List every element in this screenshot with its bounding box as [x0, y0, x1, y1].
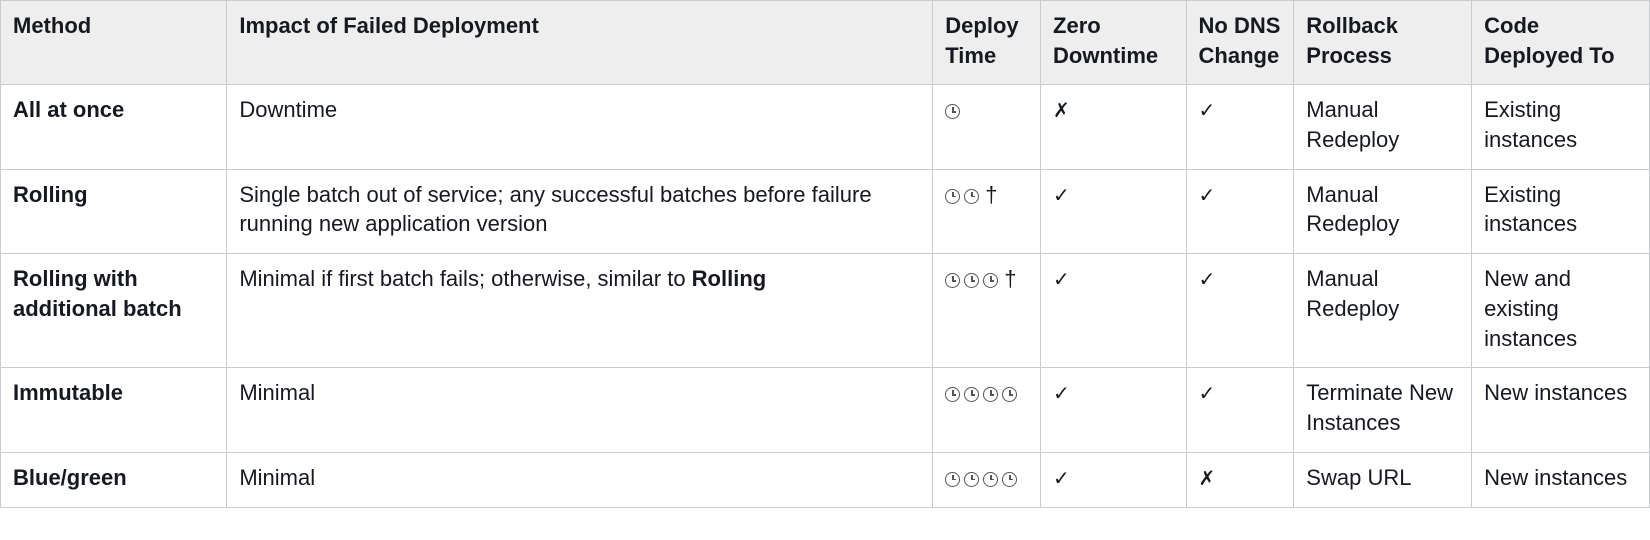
cell-no-dns-change: ✓	[1186, 254, 1294, 368]
impact-text: Minimal	[239, 380, 315, 405]
cell-no-dns-change: ✗	[1186, 452, 1294, 507]
header-rollback: Rollback Process	[1294, 1, 1472, 85]
clock-icon	[983, 472, 998, 487]
table-header: Method Impact of Failed Deployment Deplo…	[1, 1, 1650, 85]
clock-icon	[945, 104, 960, 119]
dagger-icon: †	[985, 182, 997, 207]
clock-icon	[945, 189, 960, 204]
cell-rollback: Terminate New Instances	[1294, 368, 1472, 452]
clock-icon	[983, 387, 998, 402]
check-icon: ✓	[1053, 267, 1070, 294]
cell-code-deployed: New instances	[1472, 452, 1650, 507]
table-row: Rolling with additional batch Minimal if …	[1, 254, 1650, 368]
cell-rollback: Manual Redeploy	[1294, 169, 1472, 253]
cell-code-deployed: Existing instances	[1472, 169, 1650, 253]
cell-rollback: Manual Redeploy	[1294, 254, 1472, 368]
cell-impact: Minimal if first batch fails; otherwise,…	[227, 254, 933, 368]
table-row: All at once Downtime ✗ ✓ Manual RedeployExis…	[1, 85, 1650, 169]
cell-code-deployed: New instances	[1472, 368, 1650, 452]
cell-zero-downtime: ✓	[1041, 452, 1187, 507]
impact-text: Downtime	[239, 97, 337, 122]
deployment-methods-table: Method Impact of Failed Deployment Deplo…	[0, 0, 1650, 508]
cross-icon: ✗	[1053, 98, 1070, 125]
clock-icon	[945, 472, 960, 487]
cell-deploy-time: †	[933, 169, 1041, 253]
cell-deploy-time	[933, 85, 1041, 169]
check-icon: ✓	[1053, 183, 1070, 210]
cell-zero-downtime: ✓	[1041, 368, 1187, 452]
check-icon: ✓	[1053, 466, 1070, 493]
cell-no-dns-change: ✓	[1186, 368, 1294, 452]
cell-rollback: Swap URL	[1294, 452, 1472, 507]
check-icon: ✓	[1199, 267, 1216, 294]
cell-zero-downtime: ✓	[1041, 169, 1187, 253]
cell-method: Immutable	[1, 368, 227, 452]
check-icon: ✓	[1199, 381, 1216, 408]
check-icon: ✓	[1053, 381, 1070, 408]
cell-method: All at once	[1, 85, 227, 169]
impact-text: Single batch out of service; any success…	[239, 182, 871, 237]
header-method: Method	[1, 1, 227, 85]
cell-code-deployed: Existing instances	[1472, 85, 1650, 169]
clock-icon	[1002, 387, 1017, 402]
clock-icon	[964, 472, 979, 487]
cell-impact: Downtime	[227, 85, 933, 169]
clock-icon	[964, 189, 979, 204]
cell-method: Blue/green	[1, 452, 227, 507]
cell-deploy-time	[933, 452, 1041, 507]
cell-rollback: Manual Redeploy	[1294, 85, 1472, 169]
header-impact: Impact of Failed Deployment	[227, 1, 933, 85]
cell-no-dns-change: ✓	[1186, 85, 1294, 169]
cross-icon: ✗	[1199, 466, 1216, 493]
header-dns: No DNS Change	[1186, 1, 1294, 85]
cell-impact: Minimal	[227, 452, 933, 507]
table-row: Blue/green Minimal ✓ ✗ Swap URLNew instances	[1, 452, 1650, 507]
cell-impact: Single batch out of service; any success…	[227, 169, 933, 253]
header-deploy: Deploy Time	[933, 1, 1041, 85]
impact-bold: Rolling	[692, 266, 767, 291]
table-row: RollingSingle batch out of service; any …	[1, 169, 1650, 253]
check-icon: ✓	[1199, 98, 1216, 125]
clock-icon	[945, 387, 960, 402]
impact-text: Minimal	[239, 465, 315, 490]
cell-deploy-time	[933, 368, 1041, 452]
clock-icon	[945, 273, 960, 288]
clock-icon	[1002, 472, 1017, 487]
table-row: Immutable Minimal ✓ ✓ Terminate New Instance…	[1, 368, 1650, 452]
cell-impact: Minimal	[227, 368, 933, 452]
check-icon: ✓	[1199, 183, 1216, 210]
cell-zero-downtime: ✓	[1041, 254, 1187, 368]
cell-no-dns-change: ✓	[1186, 169, 1294, 253]
cell-code-deployed: New and existing instances	[1472, 254, 1650, 368]
impact-text: Minimal if first batch fails; otherwise,…	[239, 266, 691, 291]
clock-icon	[964, 387, 979, 402]
cell-method: Rolling with additional batch	[1, 254, 227, 368]
clock-icon	[964, 273, 979, 288]
header-code: Code Deployed To	[1472, 1, 1650, 85]
cell-deploy-time: †	[933, 254, 1041, 368]
cell-method: Rolling	[1, 169, 227, 253]
dagger-icon: †	[1004, 266, 1016, 291]
table-body: All at onceDowntime✗✓Manual RedeployExis…	[1, 85, 1650, 507]
clock-icon	[983, 273, 998, 288]
header-zero: Zero Downtime	[1041, 1, 1187, 85]
cell-zero-downtime: ✗	[1041, 85, 1187, 169]
